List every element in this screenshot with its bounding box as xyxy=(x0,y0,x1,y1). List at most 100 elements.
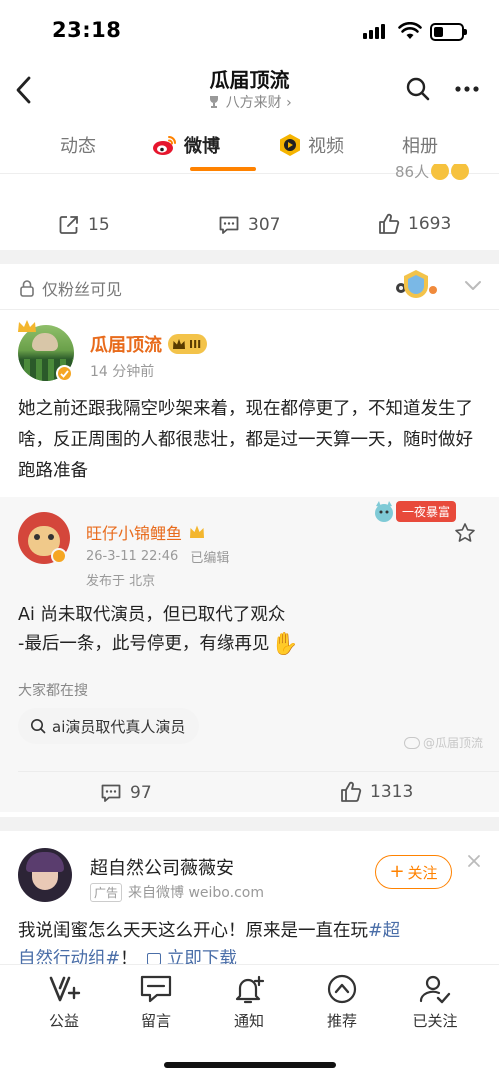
ad-hashtag-start[interactable]: #超 xyxy=(368,921,400,941)
prev-post-fragment-text: 86人 xyxy=(395,164,430,181)
gold-crown-icon xyxy=(190,525,205,538)
post-header-divider xyxy=(0,309,499,310)
laugh-emoji-icon xyxy=(451,164,470,180)
watermark-text: @瓜届顶流 xyxy=(423,736,484,750)
tab-weibo-label: 微博 xyxy=(184,136,220,157)
like-button[interactable]: 1313 xyxy=(340,781,413,803)
author-name-row[interactable]: 瓜届顶流 III xyxy=(90,331,208,357)
section-separator-2 xyxy=(0,817,499,831)
plus-icon: + xyxy=(389,861,405,882)
quoted-text-line-1: Ai 尚未取代演员，但已取代了观众 xyxy=(18,605,286,625)
ad-author-avatar[interactable] xyxy=(18,848,72,902)
comment-button[interactable]: 97 xyxy=(100,782,152,804)
quoted-location: 发布于 北京 xyxy=(86,574,156,589)
tab-weibo[interactable]: 微博 xyxy=(152,132,220,158)
tab-video[interactable]: 视频 xyxy=(278,132,344,158)
ad-tag: 广告 xyxy=(90,882,123,902)
weibo-logo-icon xyxy=(153,136,176,155)
bell-plus-icon xyxy=(235,975,265,1004)
nav-notification-label: 通知 xyxy=(233,1012,264,1030)
nav-recommend[interactable]: 推荐 xyxy=(307,974,377,1031)
quoted-author-name[interactable]: 旺仔小锦鲤鱼 xyxy=(86,520,182,544)
message-icon xyxy=(140,975,172,1003)
nav-following-label: 已关注 xyxy=(412,1012,458,1030)
like-count: 1313 xyxy=(370,782,414,802)
active-tab-indicator xyxy=(190,167,256,171)
share-icon xyxy=(59,216,78,234)
member-level-text: III xyxy=(189,337,202,351)
member-level-badge: III xyxy=(168,334,208,354)
smile-emoji-icon xyxy=(431,164,450,180)
tab-dynamic[interactable]: 动态 xyxy=(60,132,96,158)
close-icon[interactable] xyxy=(467,854,481,868)
quoted-text-line-2: -最后一条，此号停更，有缘再见 ✋ xyxy=(18,629,482,660)
fan-badge-icon xyxy=(394,268,438,300)
post-time: 14 分钟前 xyxy=(90,364,155,380)
quoted-verified-badge-icon xyxy=(51,548,67,564)
charity-v-icon xyxy=(49,976,81,1002)
cellular-signal-icon xyxy=(363,24,385,39)
nav-notification[interactable]: 通知 xyxy=(214,974,284,1031)
watermark-weibo-icon xyxy=(404,736,420,749)
quoted-text-line-2-text: -最后一条，此号停更，有缘再见 xyxy=(18,634,270,654)
section-separator xyxy=(0,250,499,264)
ad-meta: 广告 来自微博 weibo.com xyxy=(90,882,264,902)
visibility-label: 仅粉丝可见 xyxy=(18,276,122,300)
prev-post-fragment: 86人 xyxy=(395,164,470,186)
subtitle-text: 八方来财 xyxy=(225,95,282,111)
prev-like-button[interactable]: 1693 xyxy=(378,213,451,235)
prev-like-count: 1693 xyxy=(408,214,452,234)
trending-search-chip[interactable]: ai演员取代真人演员 xyxy=(18,708,200,744)
crown-icon xyxy=(17,318,37,332)
visibility-text: 仅粉丝可见 xyxy=(42,280,123,299)
status-time: 23:18 xyxy=(52,18,122,42)
home-indicator xyxy=(164,1062,336,1068)
quoted-meta: 26-3-11 22:46 已编辑 xyxy=(86,547,229,566)
comment-icon xyxy=(219,216,239,234)
thumbs-up-icon xyxy=(379,213,400,234)
follow-button[interactable]: + 关注 xyxy=(375,855,452,889)
follow-label: 关注 xyxy=(407,863,438,882)
nav-charity-label: 公益 xyxy=(48,1012,79,1030)
quoted-edited: 已编辑 xyxy=(190,551,230,566)
nav-following[interactable]: 已关注 xyxy=(400,974,470,1031)
action-divider xyxy=(18,771,499,772)
rich-badge-text: 一夜暴富 xyxy=(396,500,457,522)
quoted-author-row[interactable]: 旺仔小锦鲤鱼 xyxy=(86,520,206,544)
wifi-icon xyxy=(398,22,422,39)
author-name[interactable]: 瓜届顶流 xyxy=(90,331,162,357)
search-icon[interactable] xyxy=(406,77,430,101)
tab-album[interactable]: 相册 xyxy=(402,132,438,158)
trending-label: 大家都在搜 xyxy=(18,683,88,699)
verified-badge-icon xyxy=(56,365,73,382)
trophy-icon xyxy=(210,96,219,108)
prev-repost-count: 15 xyxy=(88,215,110,235)
ad-text-line-1: 我说闺蜜怎么天天这么开心！原来是一直在玩#超 xyxy=(18,916,488,947)
prev-repost-button[interactable]: 15 xyxy=(58,214,110,236)
star-icon[interactable] xyxy=(454,522,476,544)
watermark: @瓜届顶流 xyxy=(404,734,483,751)
user-check-icon xyxy=(419,975,451,1004)
nav-message[interactable]: 留言 xyxy=(121,974,191,1031)
ad-source: 来自微博 weibo.com xyxy=(128,885,264,901)
recommend-up-icon xyxy=(327,974,357,1004)
chevron-right-icon: › xyxy=(286,95,292,111)
comment-icon xyxy=(101,784,121,802)
post-body-text: 她之前还跟我隔空吵架来着，现在都停更了，不知道发生了啥，反正周围的人都很悲壮，都… xyxy=(18,399,473,481)
prev-comment-button[interactable]: 307 xyxy=(218,214,280,236)
waving-hand-icon: ✋ xyxy=(271,632,299,657)
chip-search-icon xyxy=(31,719,46,734)
comment-count: 97 xyxy=(130,783,152,803)
member-crown-icon xyxy=(173,339,185,349)
ad-text-prefix: 我说闺蜜怎么天天这么开心！原来是一直在玩 xyxy=(18,921,368,941)
thumbs-up-icon xyxy=(341,781,362,802)
ad-author-name[interactable]: 超自然公司薇薇安 xyxy=(90,854,234,880)
nav-charity[interactable]: 公益 xyxy=(29,974,99,1031)
rich-badge: 一夜暴富 xyxy=(370,498,457,524)
chevron-down-icon[interactable] xyxy=(464,280,482,292)
trending-chip-text: ai演员取代真人演员 xyxy=(52,717,186,736)
quoted-date: 26-3-11 22:46 xyxy=(86,549,179,564)
more-icon[interactable] xyxy=(455,86,479,92)
prev-comment-count: 307 xyxy=(248,215,281,235)
nav-recommend-label: 推荐 xyxy=(326,1012,357,1030)
